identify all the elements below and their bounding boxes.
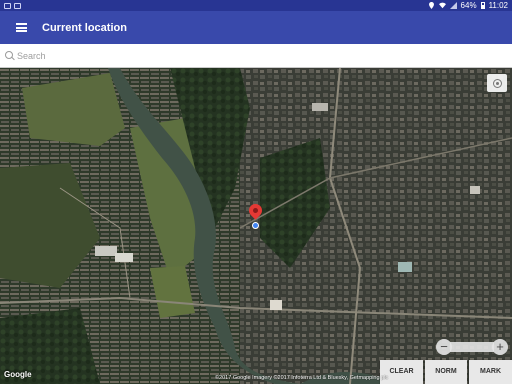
notification-icons [0,2,21,9]
zoom-out-button[interactable]: − [436,339,452,355]
notification-icon [4,2,11,9]
page-title: Current location [42,21,127,34]
zoom-in-button[interactable]: + [492,339,508,355]
locate-icon [492,78,502,88]
app-bar: Current location [0,11,512,44]
hamburger-menu-button[interactable] [0,11,42,44]
battery-percent: 64% [460,1,477,10]
mark-button[interactable]: MARK [469,360,512,384]
clock: 11:02 [488,1,508,10]
zoom-track[interactable] [450,342,494,352]
search-bar [0,44,512,68]
search-icon [3,49,17,63]
google-logo: Google [4,370,32,379]
signal-icon [449,2,457,9]
search-input[interactable] [17,46,512,65]
current-location-dot [252,222,259,229]
wifi-icon [438,2,446,9]
location-status-icon [428,2,434,9]
hamburger-menu-icon [15,23,27,32]
notification-icon [14,2,21,9]
norm-button[interactable]: NORM [425,360,467,384]
map-attribution[interactable]: ©2017 Google Imagery ©2017 Infoterra Ltd… [215,375,388,381]
my-location-button[interactable] [487,74,507,92]
zoom-control: − + [434,339,512,356]
battery-icon [480,2,485,9]
status-bar: 64% 11:02 [0,0,512,11]
